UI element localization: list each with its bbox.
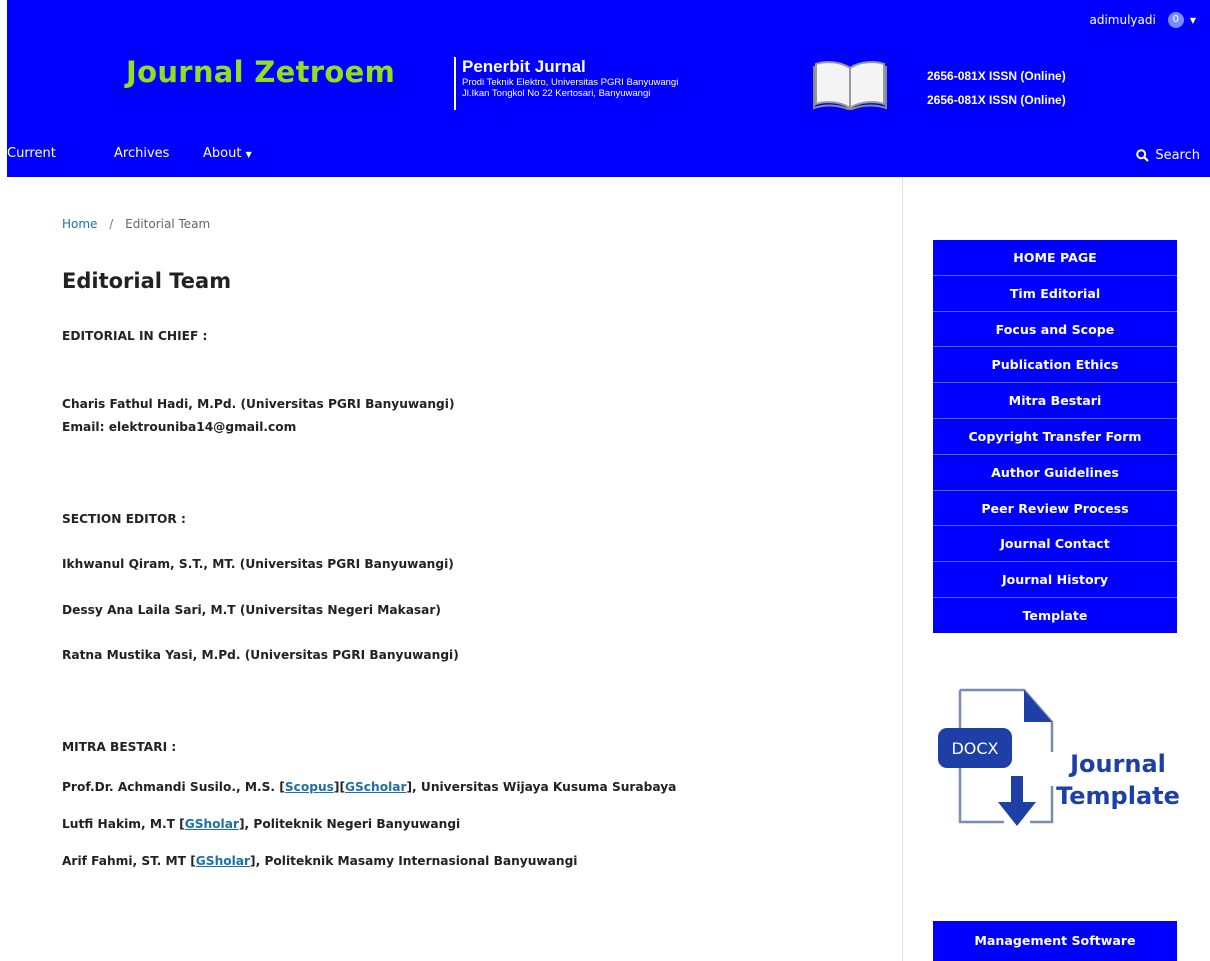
mitra-3-post: ], Politeknik Masamy Internasional Banyu…	[250, 854, 578, 868]
sidebar-item-home-page[interactable]: HOME PAGE	[933, 240, 1177, 276]
section-editor-2: Dessy Ana Laila Sari, M.T (Universitas N…	[62, 603, 441, 617]
mitra-2-pre: Lutfi Hakim, M.T [	[62, 817, 185, 831]
docx-badge: DOCX	[951, 739, 998, 758]
issn-line-2: 2656-081X ISSN (Online)	[927, 93, 1066, 107]
se-heading: SECTION EDITOR :	[62, 512, 186, 526]
journal-template-widget[interactable]: DOCX Journal Template	[932, 684, 1182, 834]
nav-about[interactable]: About ▼	[203, 146, 252, 161]
section-editor-3: Ratna Mustika Yasi, M.Pd. (Universitas P…	[62, 648, 459, 662]
breadcrumb-separator: /	[109, 217, 114, 231]
sidebar-item-journal-history[interactable]: Journal History	[933, 562, 1177, 598]
username[interactable]: adimulyadi	[1090, 13, 1156, 27]
page-title: Editorial Team	[62, 269, 232, 293]
template-title-line-1: Journal	[1068, 750, 1166, 778]
sidebar-menu: HOME PAGE Tim Editorial Focus and Scope …	[933, 240, 1177, 633]
gscholar-link[interactable]: GScholar	[345, 780, 406, 794]
open-book-icon	[812, 58, 888, 114]
sidebar-item-copyright-form[interactable]: Copyright Transfer Form	[933, 419, 1177, 455]
gsholar-link[interactable]: GSholar	[196, 854, 250, 868]
issn-line-1: 2656-081X ISSN (Online)	[927, 69, 1066, 83]
search-icon	[1136, 149, 1150, 162]
sidebar-divider	[902, 177, 903, 961]
sidebar-item-peer-review[interactable]: Peer Review Process	[933, 491, 1177, 527]
scopus-link[interactable]: Scopus	[285, 780, 334, 794]
publisher-info: Penerbit Jurnal Prodi Teknik Elektro, Un…	[454, 57, 678, 110]
site-header: adimulyadi 0 ▼ Journal Zetroem Penerbit …	[7, 0, 1210, 177]
mitra-item-3: Arif Fahmi, ST. MT [GSholar], Politeknik…	[62, 854, 577, 868]
breadcrumb-current: Editorial Team	[125, 217, 211, 231]
sidebar-item-journal-contact[interactable]: Journal Contact	[933, 526, 1177, 563]
breadcrumb: Home / Editorial Team	[62, 217, 210, 231]
mitra-1-pre: Prof.Dr. Achmandi Susilo., M.S. [	[62, 780, 285, 794]
publisher-line-1: Prodi Teknik Elektro, Universitas PGRI B…	[462, 77, 679, 88]
breadcrumb-home[interactable]: Home	[62, 217, 97, 231]
chevron-down-icon[interactable]: ▼	[1190, 16, 1196, 25]
mitra-1-mid: ][	[333, 780, 346, 794]
nav-about-label: About	[203, 146, 242, 161]
mitra-2-post: ], Politeknik Negeri Banyuwangi	[238, 817, 461, 831]
section-editor-1: Ikhwanul Qiram, S.T., MT. (Universitas P…	[62, 557, 454, 571]
eic-name: Charis Fathul Hadi, M.Pd. (Universitas P…	[62, 397, 455, 411]
mitra-item-2: Lutfi Hakim, M.T [GSholar], Politeknik N…	[62, 817, 460, 831]
sidebar-item-focus-scope[interactable]: Focus and Scope	[933, 312, 1177, 348]
issn-block: 2656-081X ISSN (Online) 2656-081X ISSN (…	[927, 64, 1066, 112]
sidebar-item-author-guidelines[interactable]: Author Guidelines	[933, 455, 1177, 491]
chevron-down-icon: ▼	[245, 150, 252, 159]
publisher-line-2: Jl.Ikan Tongkol No 22 Kertosari, Banyuwa…	[462, 88, 651, 99]
management-software-button[interactable]: Management Software	[933, 921, 1177, 961]
eic-email: Email: elektrouniba14@gmail.com	[62, 420, 297, 434]
sidebar: HOME PAGE Tim Editorial Focus and Scope …	[933, 240, 1177, 633]
mitra-3-pre: Arif Fahmi, ST. MT [	[62, 854, 196, 868]
search-button[interactable]: Search	[1136, 148, 1200, 163]
sidebar-item-tim-editorial[interactable]: Tim Editorial	[933, 276, 1177, 312]
template-title-line-2: Template	[1056, 782, 1180, 810]
docx-file-icon: DOCX Journal Template	[938, 688, 1180, 826]
mb-heading: MITRA BESTARI :	[62, 740, 177, 754]
eic-heading: EDITORIAL IN CHIEF :	[62, 329, 208, 343]
publisher-title: Penerbit Jurnal	[462, 57, 586, 76]
mitra-1-post: ], Universitas Wijaya Kusuma Surabaya	[406, 780, 677, 794]
gsholar-link[interactable]: GSholar	[185, 817, 239, 831]
journal-logo[interactable]: Journal Zetroem	[126, 55, 395, 89]
sidebar-item-mitra-bestari[interactable]: Mitra Bestari	[933, 383, 1177, 419]
nav-current[interactable]: Current	[7, 146, 56, 161]
search-label: Search	[1155, 148, 1200, 163]
sidebar-item-publication-ethics[interactable]: Publication Ethics	[933, 347, 1177, 384]
sidebar-item-template[interactable]: Template	[933, 598, 1177, 633]
nav-archives[interactable]: Archives	[114, 146, 169, 161]
user-menu[interactable]: adimulyadi 0 ▼	[1090, 12, 1196, 28]
notification-badge[interactable]: 0	[1167, 12, 1184, 28]
mitra-item-1: Prof.Dr. Achmandi Susilo., M.S. [Scopus]…	[62, 780, 676, 794]
